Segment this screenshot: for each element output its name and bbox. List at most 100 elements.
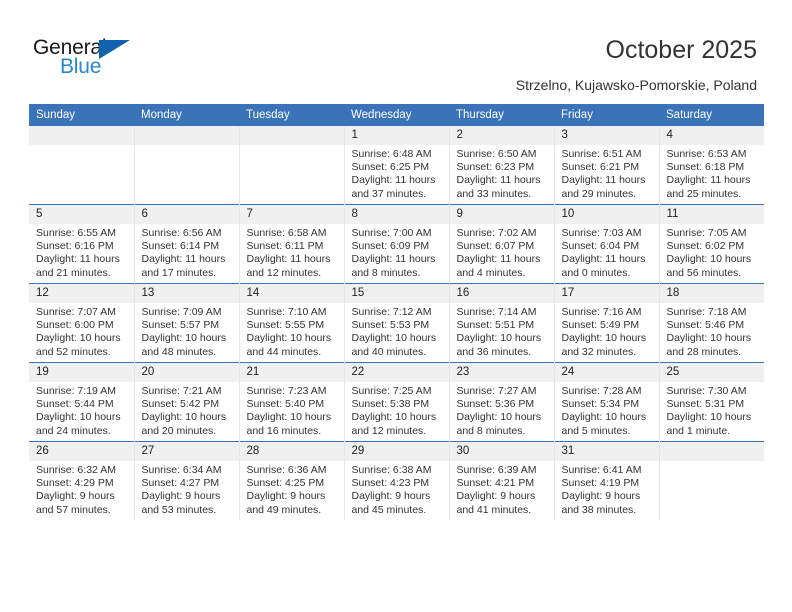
- day-info-line: Daylight: 10 hours: [666, 332, 752, 345]
- day-sun-info: Sunrise: 7:27 AM Sunset: 5:36 PM Daylight:…: [450, 382, 554, 438]
- day-info-line: and 45 minutes.: [351, 503, 427, 516]
- day-number: 4: [659, 126, 764, 145]
- calendar-page: General Blue October 2025 Strzelno, Kuja…: [0, 0, 792, 612]
- day-cell-21[interactable]: 21 Sunrise: 7:23 AM Sunset: 5:40 PM Dayligh…: [238, 362, 344, 442]
- day-cell-6[interactable]: 6 Sunrise: 6:56 AM Sunset: 6:14 PM Daylight…: [133, 204, 239, 284]
- day-cell-11[interactable]: 11 Sunrise: 7:05 AM Sunset: 6:02 PM Dayligh…: [658, 204, 764, 284]
- day-number: [659, 442, 764, 461]
- day-cell-26[interactable]: 26 Sunrise: 6:32 AM Sunset: 4:29 PM Dayligh…: [29, 441, 134, 520]
- day-info-line: and 48 minutes.: [141, 345, 217, 358]
- day-cell-19[interactable]: 19 Sunrise: 7:19 AM Sunset: 5:44 PM Dayligh…: [29, 362, 134, 442]
- day-info-line: Sunset: 5:49 PM: [561, 319, 640, 332]
- day-cell-30[interactable]: 30 Sunrise: 6:39 AM Sunset: 4:21 PM Dayligh…: [448, 441, 554, 520]
- logo-text-blue: Blue: [60, 55, 102, 78]
- day-cell-16[interactable]: 16 Sunrise: 7:14 AM Sunset: 5:51 PM Dayligh…: [448, 283, 554, 363]
- day-info-line: Sunset: 6:09 PM: [351, 240, 430, 253]
- day-number: 13: [134, 284, 239, 303]
- day-cell-29[interactable]: 29 Sunrise: 6:38 AM Sunset: 4:23 PM Dayligh…: [343, 441, 449, 520]
- day-info-line: Sunrise: 6:58 AM: [246, 227, 327, 239]
- weekday-header-thursday: Thursday: [449, 104, 554, 126]
- day-number: 29: [344, 442, 449, 461]
- day-cell-2[interactable]: 2 Sunrise: 6:50 AM Sunset: 6:23 PM Daylight…: [448, 126, 554, 205]
- page-title: October 2025: [605, 36, 758, 64]
- day-info-line: Sunrise: 6:50 AM: [456, 148, 537, 160]
- day-info-line: and 28 minutes.: [666, 345, 742, 358]
- day-info-line: Sunrise: 6:55 AM: [36, 227, 116, 239]
- day-cell-17[interactable]: 17 Sunrise: 7:16 AM Sunset: 5:49 PM Dayligh…: [553, 283, 659, 363]
- day-info-line: Daylight: 11 hours: [456, 253, 541, 266]
- day-info-line: Sunrise: 7:09 AM: [141, 306, 222, 318]
- day-number: 23: [449, 363, 554, 382]
- day-number: 24: [554, 363, 659, 382]
- day-info-line: Sunrise: 6:51 AM: [561, 148, 642, 160]
- day-info-line: and 20 minutes.: [141, 424, 217, 437]
- day-info-line: Sunset: 6:11 PM: [246, 240, 324, 253]
- day-info-line: Sunrise: 7:23 AM: [246, 385, 327, 397]
- weekday-header-wednesday: Wednesday: [344, 104, 449, 126]
- day-info-line: Sunrise: 7:14 AM: [456, 306, 537, 318]
- day-cell-3[interactable]: 3 Sunrise: 6:51 AM Sunset: 6:21 PM Daylight…: [553, 126, 659, 205]
- calendar-body: 1 Sunrise: 6:48 AM Sunset: 6:25 PM Daylight…: [29, 126, 764, 520]
- day-info-line: Sunset: 5:38 PM: [351, 398, 430, 411]
- day-cell-15[interactable]: 15 Sunrise: 7:12 AM Sunset: 5:53 PM Dayligh…: [343, 283, 449, 363]
- day-cell-5[interactable]: 5 Sunrise: 6:55 AM Sunset: 6:16 PM Daylight…: [29, 204, 134, 284]
- day-info-line: Sunrise: 6:34 AM: [141, 464, 222, 476]
- day-info-line: Sunrise: 7:05 AM: [666, 227, 747, 239]
- calendar-week-row: 12 Sunrise: 7:07 AM Sunset: 6:00 PM Dayligh…: [29, 283, 764, 363]
- day-number: 14: [239, 284, 344, 303]
- day-info-line: Daylight: 11 hours: [36, 253, 120, 266]
- day-cell-14[interactable]: 14 Sunrise: 7:10 AM Sunset: 5:55 PM Dayligh…: [238, 283, 344, 363]
- day-cell-4[interactable]: 4 Sunrise: 6:53 AM Sunset: 6:18 PM Daylight…: [658, 126, 764, 205]
- day-info-line: Sunset: 5:40 PM: [246, 398, 325, 411]
- day-info-line: and 25 minutes.: [666, 187, 742, 200]
- day-sun-info: Sunrise: 7:28 AM Sunset: 5:34 PM Daylight:…: [555, 382, 659, 438]
- day-number: 18: [659, 284, 764, 303]
- day-cell-23[interactable]: 23 Sunrise: 7:27 AM Sunset: 5:36 PM Dayligh…: [448, 362, 554, 442]
- day-info-line: Daylight: 10 hours: [36, 332, 121, 345]
- day-number: 6: [134, 205, 239, 224]
- day-info-line: and 53 minutes.: [141, 503, 217, 516]
- day-cell-1[interactable]: 1 Sunrise: 6:48 AM Sunset: 6:25 PM Daylight…: [343, 126, 449, 205]
- day-info-line: Sunrise: 6:53 AM: [666, 148, 747, 160]
- general-blue-logo[interactable]: General Blue: [33, 36, 233, 84]
- day-number: 10: [554, 205, 659, 224]
- day-info-line: Daylight: 11 hours: [561, 174, 646, 187]
- day-info-line: and 5 minutes.: [561, 424, 631, 437]
- day-cell-27[interactable]: 27 Sunrise: 6:34 AM Sunset: 4:27 PM Dayligh…: [133, 441, 239, 520]
- day-info-line: and 33 minutes.: [456, 187, 532, 200]
- day-number: 8: [344, 205, 449, 224]
- day-info-line: and 16 minutes.: [246, 424, 322, 437]
- day-number: [239, 126, 344, 145]
- day-cell-9[interactable]: 9 Sunrise: 7:02 AM Sunset: 6:07 PM Daylight…: [448, 204, 554, 284]
- day-info-line: Sunrise: 6:38 AM: [351, 464, 432, 476]
- day-info-line: Daylight: 9 hours: [561, 490, 641, 503]
- day-info-line: Sunrise: 7:30 AM: [666, 385, 747, 397]
- day-info-line: Sunset: 6:25 PM: [351, 161, 430, 174]
- day-cell-12[interactable]: 12 Sunrise: 7:07 AM Sunset: 6:00 PM Dayligh…: [29, 283, 134, 363]
- day-info-line: and 12 minutes.: [351, 424, 427, 437]
- day-info-line: Sunset: 5:57 PM: [141, 319, 220, 332]
- day-number: [29, 126, 134, 145]
- day-sun-info: Sunrise: 7:21 AM Sunset: 5:42 PM Daylight:…: [135, 382, 239, 438]
- day-info-line: and 0 minutes.: [561, 266, 631, 279]
- day-cell-8[interactable]: 8 Sunrise: 7:00 AM Sunset: 6:09 PM Daylight…: [343, 204, 449, 284]
- day-info-line: Sunrise: 7:02 AM: [456, 227, 537, 239]
- day-cell-24[interactable]: 24 Sunrise: 7:28 AM Sunset: 5:34 PM Dayligh…: [553, 362, 659, 442]
- day-cell-25[interactable]: 25 Sunrise: 7:30 AM Sunset: 5:31 PM Dayligh…: [658, 362, 764, 442]
- day-cell-28[interactable]: 28 Sunrise: 6:36 AM Sunset: 4:25 PM Dayligh…: [238, 441, 344, 520]
- day-number: 1: [344, 126, 449, 145]
- day-cell-20[interactable]: 20 Sunrise: 7:21 AM Sunset: 5:42 PM Dayligh…: [133, 362, 239, 442]
- day-info-line: Sunset: 6:14 PM: [141, 240, 220, 253]
- day-cell-31[interactable]: 31 Sunrise: 6:41 AM Sunset: 4:19 PM Dayligh…: [553, 441, 659, 520]
- day-cell-7[interactable]: 7 Sunrise: 6:58 AM Sunset: 6:11 PM Daylight…: [238, 204, 344, 284]
- day-sun-info: Sunrise: 6:41 AM Sunset: 4:19 PM Daylight:…: [555, 461, 659, 517]
- day-cell-22[interactable]: 22 Sunrise: 7:25 AM Sunset: 5:38 PM Dayligh…: [343, 362, 449, 442]
- day-cell-18[interactable]: 18 Sunrise: 7:18 AM Sunset: 5:46 PM Dayligh…: [658, 283, 764, 363]
- calendar-week-row: 5 Sunrise: 6:55 AM Sunset: 6:16 PM Daylight…: [29, 204, 764, 284]
- day-cell-10[interactable]: 10 Sunrise: 7:03 AM Sunset: 6:04 PM Dayligh…: [553, 204, 659, 284]
- day-cell-13[interactable]: 13 Sunrise: 7:09 AM Sunset: 5:57 PM Dayligh…: [133, 283, 239, 363]
- day-info-line: and 29 minutes.: [561, 187, 637, 200]
- day-info-line: Sunset: 4:19 PM: [561, 477, 640, 490]
- day-info-line: Sunset: 5:34 PM: [561, 398, 640, 411]
- day-info-line: Sunrise: 7:16 AM: [561, 306, 642, 318]
